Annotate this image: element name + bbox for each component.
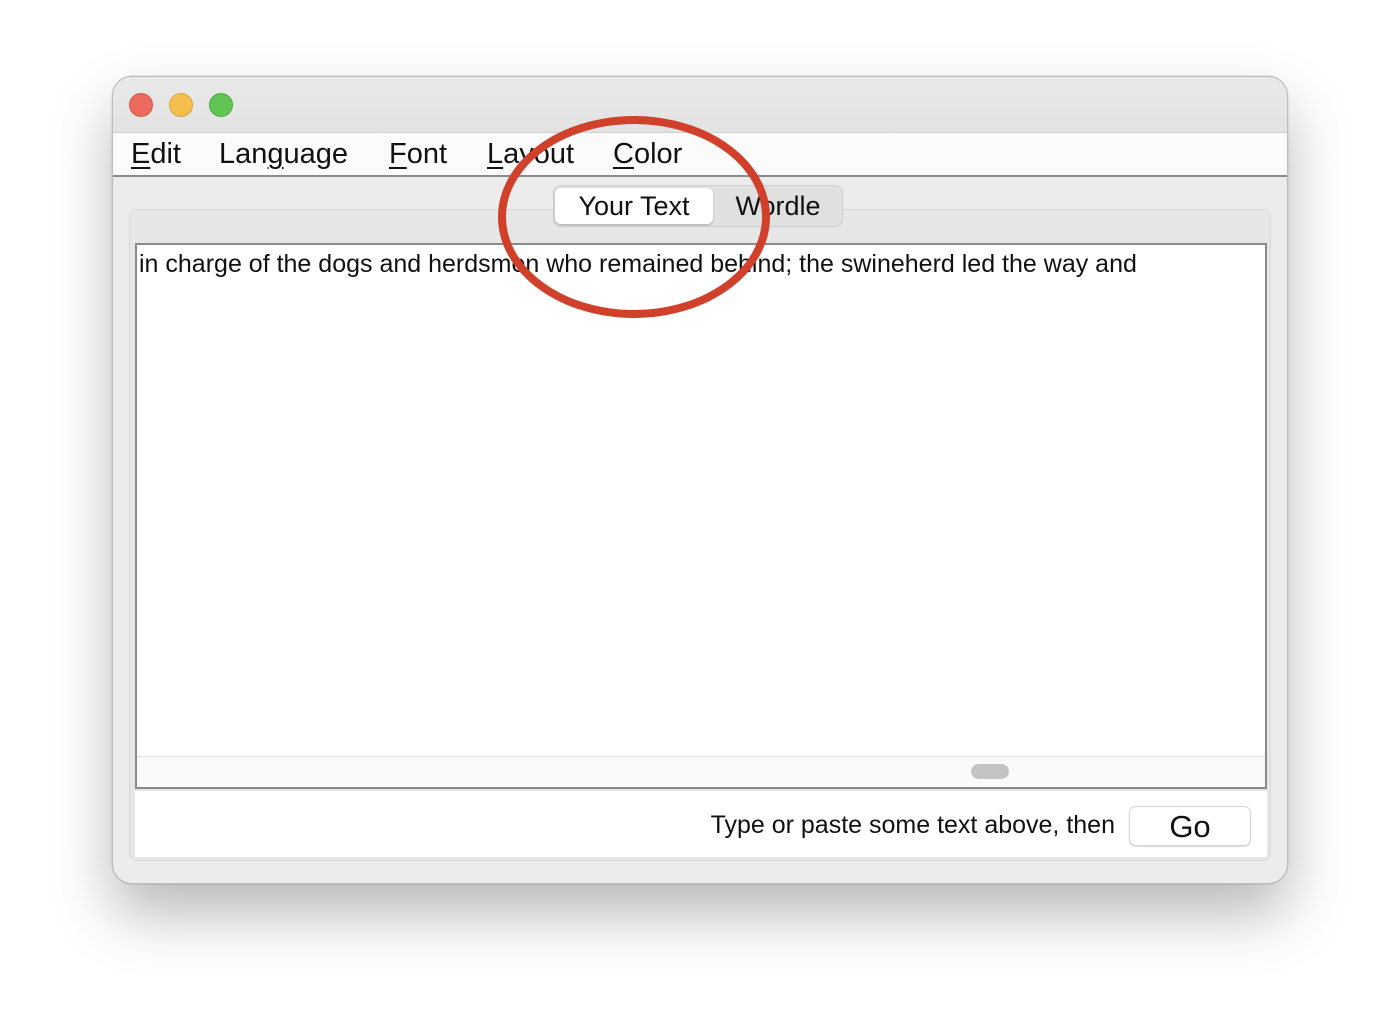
horizontal-scrollbar[interactable] (137, 756, 1265, 787)
menu-color-label: olor (633, 138, 683, 170)
scrollbar-thumb[interactable] (971, 764, 1009, 779)
menu-font-label: ont (406, 138, 448, 170)
zoom-window-button[interactable] (209, 93, 233, 117)
menu-edit[interactable]: Edit (131, 137, 181, 171)
menu-font[interactable]: Font (389, 137, 447, 171)
menu-layout-label: ayout (503, 138, 575, 170)
action-bar: Type or paste some text above, then Go (135, 791, 1267, 857)
menu-language-mnemonic: g (267, 138, 284, 170)
menu-bar: Edit Language Font Layout Color (113, 133, 1287, 177)
menu-language[interactable]: Language (219, 137, 348, 171)
menu-edit-label: dit (150, 138, 181, 170)
instruction-label: Type or paste some text above, then (710, 811, 1115, 839)
tab-your-text[interactable]: Your Text (555, 188, 713, 224)
tab-wordle[interactable]: Wordle (716, 188, 840, 224)
text-input-content[interactable]: in charge of the dogs and herdsmen who r… (139, 249, 1137, 279)
app-window: Edit Language Font Layout Color Your Tex… (112, 76, 1288, 884)
menu-font-mnemonic: F (389, 138, 407, 170)
menu-edit-mnemonic: E (131, 138, 151, 170)
close-window-button[interactable] (129, 93, 153, 117)
menu-color-mnemonic: C (613, 138, 634, 170)
minimize-window-button[interactable] (169, 93, 193, 117)
title-bar (113, 77, 1287, 133)
menu-language-label-start: Lan (219, 138, 268, 170)
tab-switcher: Your Text Wordle (553, 185, 843, 227)
menu-color[interactable]: Color (613, 137, 682, 171)
menu-layout[interactable]: Layout (487, 137, 574, 171)
menu-layout-mnemonic: L (487, 138, 504, 170)
go-button[interactable]: Go (1129, 806, 1251, 846)
menu-language-label-end: uage (283, 138, 349, 170)
text-input-area[interactable]: in charge of the dogs and herdsmen who r… (135, 243, 1267, 789)
